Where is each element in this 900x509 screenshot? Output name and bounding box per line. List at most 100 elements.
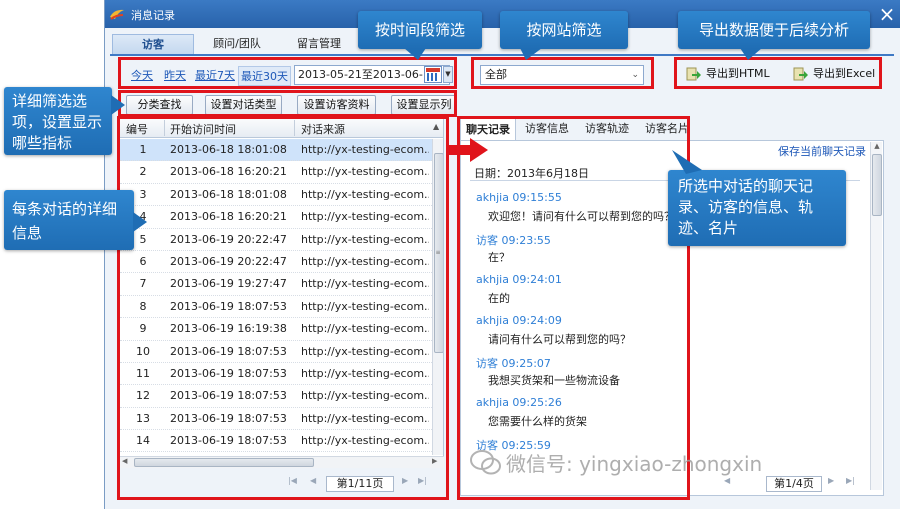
row-start-time: 2013-06-19 19:27:47 [170, 277, 287, 291]
row-start-time: 2013-06-18 16:20:21 [170, 210, 287, 224]
table-row[interactable]: 11 2013-06-19 18:07:53 http://yx-testing-e… [120, 363, 432, 386]
row-number: 6 [139, 254, 147, 268]
row-number: 13 [136, 411, 150, 425]
message-sender-time: 访客 09:25:07 [476, 357, 551, 370]
table-pager: |◀ ◀ 第1/11页 ▶ ▶| [288, 476, 438, 492]
row-source: http://yx-testing-ecom... [301, 411, 429, 425]
scroll-up-icon[interactable]: ▲ [871, 142, 883, 150]
dialog-table: 编号 开始访问时间 对话来源 ▲ 1 2013-06-18 18:01:08 htt… [119, 117, 444, 457]
message-body: 在的 [488, 292, 510, 305]
message-sender-time: akhjia 09:24:01 [476, 273, 562, 286]
calendar-dropdown-icon[interactable]: ▼ [443, 66, 453, 83]
range-yesterday-link[interactable]: 昨天 [164, 67, 186, 83]
export-html-button[interactable]: 导出到HTML [686, 63, 770, 85]
callout-each-dialog: 每条对话的详细信息 [4, 190, 134, 250]
row-number: 8 [139, 299, 147, 313]
table-row[interactable]: 1 2013-06-18 18:01:08 http://yx-testing-ec… [120, 139, 432, 162]
message-body: 我想买货架和一些物流设备 [488, 374, 620, 387]
close-button[interactable]: × [877, 4, 897, 24]
table-vertical-scrollbar[interactable]: ≡ [432, 139, 443, 455]
tab-chat-record[interactable]: 聊天记录 [460, 118, 516, 140]
row-source: http://yx-testing-ecom... [301, 389, 429, 403]
range-30days-link[interactable]: 最近30天 [238, 66, 291, 86]
range-today-link[interactable]: 今天 [131, 67, 153, 83]
tab-visitor-card[interactable]: 访客名片 [638, 118, 696, 140]
chat-date: 日期：2013年6月18日 [474, 167, 589, 180]
first-page-icon[interactable]: |◀ [288, 476, 297, 485]
message-body: 欢迎您！请问有什么可以帮到您的吗？ [488, 210, 675, 223]
export-html-label: 导出到HTML [706, 67, 770, 80]
message-body: 在？ [488, 251, 510, 264]
table-row[interactable]: 8 2013-06-19 18:07:53 http://yx-testing-ec… [120, 296, 432, 319]
screenshot-stage: 消息记录 × 访客 顾问/团队 留言管理 今天 昨天 最近7天 最近30天 20… [0, 0, 900, 509]
row-number: 2 [139, 165, 147, 179]
row-start-time: 2013-06-18 16:20:21 [170, 165, 287, 179]
range-7days-link[interactable]: 最近7天 [195, 67, 235, 83]
column-header-start-time[interactable]: 开始访问时间 [170, 121, 236, 137]
message-sender-time: akhjia 09:15:55 [476, 191, 562, 204]
table-row[interactable]: 5 2013-06-19 20:22:47 http://yx-testing-ec… [120, 229, 432, 251]
column-header-number[interactable]: 编号 [126, 121, 148, 137]
scrollbar-thumb[interactable] [872, 154, 882, 216]
last-page-icon[interactable]: ▶| [418, 476, 427, 485]
prev-page-icon[interactable]: ◀ [310, 476, 316, 485]
table-row[interactable]: 12 2013-06-19 18:07:53 http://yx-testing-e… [120, 385, 432, 408]
table-row[interactable]: 14 2013-06-19 18:07:53 http://yx-testing-e… [120, 430, 432, 453]
table-row[interactable]: 6 2013-06-19 20:22:47 http://yx-testing-ec… [120, 251, 432, 274]
set-dialog-type-button[interactable]: 设置对话类型 [205, 95, 282, 115]
scroll-left-icon[interactable]: ◀ [122, 457, 127, 465]
tab-visitor-info[interactable]: 访客信息 [518, 118, 576, 140]
row-source: http://yx-testing-ecom... [301, 322, 429, 336]
tab-visitor[interactable]: 访客 [112, 34, 194, 54]
save-chat-link[interactable]: 保存当前聊天记录 [778, 143, 866, 159]
row-start-time: 2013-06-18 18:01:08 [170, 187, 287, 201]
row-start-time: 2013-06-19 20:22:47 [170, 254, 287, 268]
chat-scrollbar[interactable]: ▲ [870, 142, 882, 490]
set-display-columns-button[interactable]: 设置显示列 [391, 95, 457, 115]
site-select[interactable]: 全部 ⌄ [480, 65, 644, 85]
table-row[interactable]: 13 2013-06-19 18:07:53 http://yx-testing-e… [120, 408, 432, 431]
window-title: 消息记录 [131, 9, 175, 22]
export-excel-button[interactable]: 导出到Excel [793, 63, 875, 85]
scroll-right-icon[interactable]: ▶ [432, 457, 437, 465]
category-search-button[interactable]: 分类查找 [126, 95, 193, 115]
set-visitor-info-button[interactable]: 设置访客资料 [297, 95, 376, 115]
message-sender-time: akhjia 09:24:09 [476, 314, 562, 327]
message-sender-time: 访客 09:23:55 [476, 234, 551, 247]
row-start-time: 2013-06-19 18:07:53 [170, 366, 287, 380]
row-source: http://yx-testing-ecom... [301, 434, 429, 448]
table-row[interactable]: 2 2013-06-18 16:20:21 http://yx-testing-ec… [120, 161, 432, 184]
callout-pointer [404, 48, 426, 60]
row-number: 12 [136, 389, 150, 403]
row-number: 1 [139, 143, 147, 156]
callout-site-filter: 按网站筛选 [500, 11, 628, 49]
prev-page-icon[interactable]: ◀ [724, 476, 730, 485]
row-start-time: 2013-06-19 18:07:53 [170, 299, 287, 313]
callout-pointer [672, 150, 702, 174]
site-select-value: 全部 [485, 68, 507, 81]
scrollbar-thumb[interactable] [134, 458, 314, 467]
table-body: 1 2013-06-18 18:01:08 http://yx-testing-ec… [120, 139, 432, 453]
row-source: http://yx-testing-ecom... [301, 232, 429, 246]
callout-export: 导出数据便于后续分析 [678, 11, 870, 49]
next-page-icon[interactable]: ▶ [828, 476, 834, 485]
table-row[interactable]: 9 2013-06-19 16:19:38 http://yx-testing-ec… [120, 318, 432, 341]
scroll-up-icon[interactable]: ▲ [433, 122, 439, 131]
row-start-time: 2013-06-19 18:07:53 [170, 434, 287, 448]
red-arrow-icon [446, 138, 488, 162]
app-logo-icon [110, 9, 124, 20]
tab-visitor-track[interactable]: 访客轨迹 [578, 118, 636, 140]
tab-message-management[interactable]: 留言管理 [284, 34, 354, 54]
table-horizontal-scrollbar[interactable]: ◀ ▶ [120, 456, 444, 468]
row-source: http://yx-testing-ecom... [301, 299, 429, 313]
last-page-icon[interactable]: ▶| [846, 476, 855, 485]
table-row[interactable]: 3 2013-06-18 18:01:08 http://yx-testing-ec… [120, 184, 432, 207]
table-row[interactable]: 7 2013-06-19 19:27:47 http://yx-testing-ec… [120, 273, 432, 296]
column-header-source[interactable]: 对话来源 [301, 121, 345, 137]
next-page-icon[interactable]: ▶ [402, 476, 408, 485]
table-row[interactable]: 4 2013-06-18 16:20:21 http://yx-testing-ec… [120, 206, 432, 229]
calendar-icon[interactable] [424, 66, 442, 83]
tab-advisor-team[interactable]: 顾问/团队 [202, 34, 272, 54]
table-row[interactable]: 10 2013-06-19 18:07:53 http://yx-testing-e… [120, 341, 432, 363]
row-source: http://yx-testing-ecom... [301, 210, 429, 224]
